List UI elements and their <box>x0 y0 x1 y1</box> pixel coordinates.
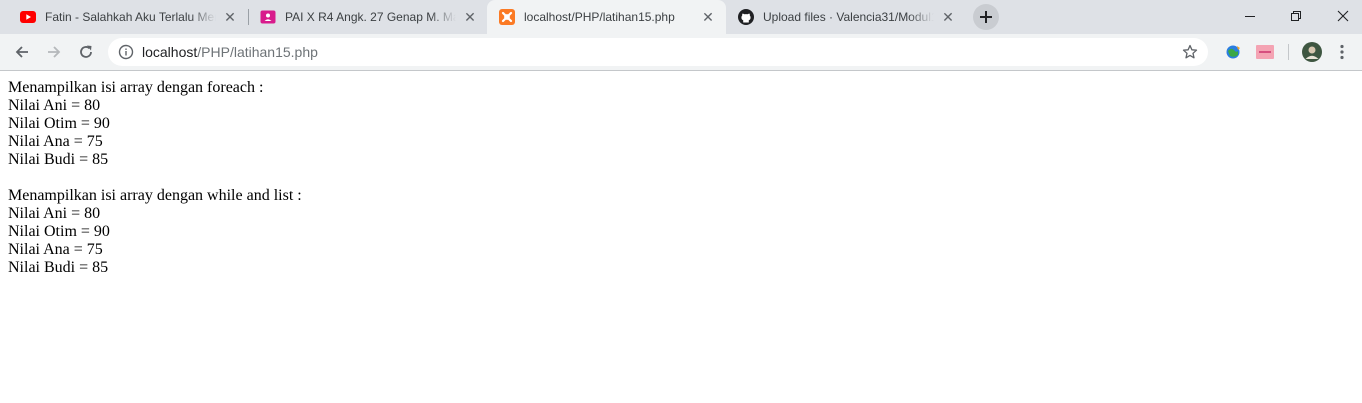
plus-icon <box>980 11 992 23</box>
forward-button[interactable] <box>42 40 66 64</box>
github-icon <box>738 9 754 25</box>
toolbar-divider <box>1288 44 1289 60</box>
tab-title: Upload files · Valencia31/Modul1 <box>763 10 934 24</box>
reload-icon <box>80 45 92 58</box>
page-content: Menampilkan isi array dengan foreach : N… <box>8 79 302 277</box>
reload-button[interactable] <box>74 40 98 64</box>
tab-active[interactable]: localhost/PHP/latihan15.php ✕ <box>487 0 726 34</box>
section-heading: Menampilkan isi array dengan foreach : <box>8 79 264 96</box>
tab-classroom[interactable]: PAI X R4 Angk. 27 Genap M. Masykur ✕ <box>248 0 488 34</box>
menu-kebab-icon[interactable] <box>1335 44 1349 60</box>
extension-flag-icon[interactable] <box>1256 44 1274 60</box>
back-button[interactable] <box>10 40 34 64</box>
forward-arrow-icon <box>48 46 61 58</box>
extension-globe-icon[interactable] <box>1224 44 1242 60</box>
profile-avatar[interactable] <box>1302 42 1322 62</box>
value-line: Nilai Ani = 80 <box>8 205 101 222</box>
close-tab-icon[interactable]: ✕ <box>700 9 716 25</box>
close-icon <box>1337 10 1349 22</box>
browser-toolbar: localhost/PHP/latihan15.php <box>0 34 1362 71</box>
xampp-icon <box>499 9 515 25</box>
address-bar[interactable]: localhost/PHP/latihan15.php <box>108 38 1208 66</box>
value-line: Nilai Otim = 90 <box>8 115 110 132</box>
info-icon[interactable] <box>118 44 134 60</box>
url-host: localhost <box>142 44 198 60</box>
new-tab-button[interactable] <box>973 4 999 30</box>
back-arrow-icon <box>15 46 28 58</box>
tab-strip: Fatin - Salahkah Aku Terlalu Mencintaimu… <box>0 0 1362 34</box>
value-line: Nilai Ani = 80 <box>8 97 101 114</box>
close-tab-icon[interactable]: ✕ <box>940 9 956 25</box>
value-line: Nilai Ana = 75 <box>8 133 103 150</box>
line-break <box>8 169 302 187</box>
value-line: Nilai Otim = 90 <box>8 223 110 240</box>
url-text: localhost/PHP/latihan15.php <box>142 44 318 60</box>
value-line: Nilai Budi = 85 <box>8 151 109 168</box>
tab-github[interactable]: Upload files · Valencia31/Modul1 ✕ <box>726 0 966 34</box>
restore-icon <box>1291 11 1301 21</box>
section-heading: Menampilkan isi array dengan while and l… <box>8 187 302 204</box>
tab-title: Fatin - Salahkah Aku Terlalu Mencintaimu <box>45 10 216 24</box>
youtube-icon <box>20 9 36 25</box>
tab-title: PAI X R4 Angk. 27 Genap M. Masykur <box>285 10 456 24</box>
tab-youtube[interactable]: Fatin - Salahkah Aku Terlalu Mencintaimu… <box>8 0 248 34</box>
classroom-icon <box>260 9 276 25</box>
close-window-button[interactable] <box>1320 0 1362 32</box>
minimize-button[interactable] <box>1227 0 1273 32</box>
value-line: Nilai Ana = 75 <box>8 241 103 258</box>
close-tab-icon[interactable]: ✕ <box>462 9 478 25</box>
close-tab-icon[interactable]: ✕ <box>222 9 238 25</box>
url-path: /PHP/latihan15.php <box>197 44 318 60</box>
minimize-icon <box>1245 16 1255 17</box>
value-line: Nilai Budi = 85 <box>8 259 109 276</box>
tab-title: localhost/PHP/latihan15.php <box>524 10 675 24</box>
bookmark-star-icon[interactable] <box>1182 44 1198 60</box>
restore-button[interactable] <box>1273 0 1319 32</box>
